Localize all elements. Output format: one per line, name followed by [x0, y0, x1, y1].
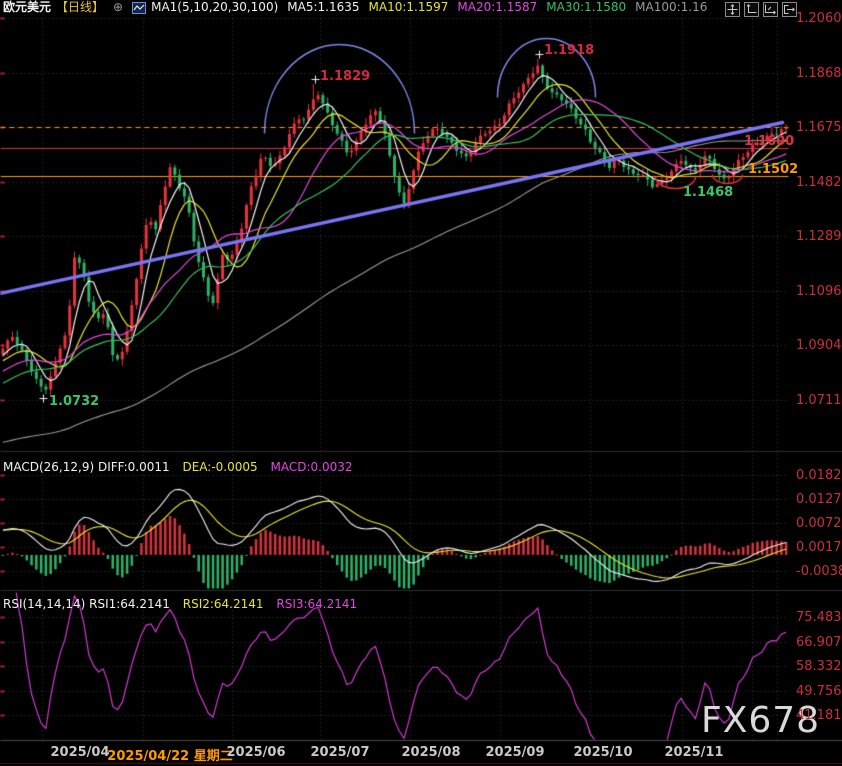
ma20-value: MA20:1.1587 — [457, 0, 537, 15]
rsi-axis-label: 41.1813 — [796, 708, 842, 723]
time-axis-label: 2025/04 — [50, 745, 109, 760]
pop-out-icon — [784, 4, 795, 15]
ma100-value: MA100:1.16 — [635, 0, 707, 15]
pan-crosshair-icon — [727, 4, 738, 15]
rsi-axis-label: 75.4832 — [796, 610, 842, 625]
chart-app: 欧元美元 【日线】 ⊕ MA1(5,10,20,30,100) MA5:1.16… — [0, 0, 842, 766]
price-axis-label: 1.1868 — [796, 66, 842, 81]
rsi-axis-label: 49.7568 — [796, 684, 842, 699]
macd-hist-readout: MACD:0.0032 — [270, 460, 352, 474]
time-axis-label: 2025/10 — [573, 745, 632, 760]
pan-crosshair-button[interactable] — [725, 2, 740, 17]
price-axis-label: 1.1096 — [796, 284, 842, 299]
symbol-name: 欧元美元 — [3, 0, 51, 15]
macd-dea-readout: DEA:-0.0005 — [182, 460, 257, 474]
scale-time-axis-icon — [765, 4, 776, 15]
time-axis-label: 2025/09 — [485, 745, 544, 760]
chart-type-icon[interactable] — [132, 2, 146, 14]
time-axis-label: 2025/07 — [310, 745, 369, 760]
rsi1-readout: RSI(14,14,14) RSI1:64.2141 — [3, 597, 170, 611]
low-price-label: 1.1468 — [683, 185, 733, 200]
time-axis-label: 2025/08 — [401, 745, 460, 760]
peak-price-label: 1.1829 — [320, 69, 370, 84]
macd-axis-label: -0.0038 — [796, 564, 842, 579]
ma30-value: MA30:1.1580 — [546, 0, 626, 15]
macd-axis-label: 0.0017 — [796, 540, 842, 555]
time-axis-label: 2025/06 — [226, 745, 285, 760]
rsi3-readout: RSI3:64.2141 — [276, 597, 357, 611]
pop-out-button[interactable] — [782, 2, 797, 17]
chart-toolbar — [725, 2, 797, 17]
price-axis-label: 1.1675 — [796, 120, 842, 135]
price-axis-label: 1.1482 — [796, 175, 842, 190]
ma10-value: MA10:1.1597 — [369, 0, 449, 15]
macd-diff-readout: MACD(26,12,9) DIFF:0.0011 — [3, 460, 170, 474]
ma5-value: MA5:1.1635 — [287, 0, 359, 15]
timeframe-label[interactable]: 【日线】 — [56, 0, 104, 15]
add-indicator-icon[interactable]: ⊕ — [113, 0, 123, 15]
time-axis-label: 2025/11 — [664, 745, 723, 760]
rsi2-readout: RSI2:64.2141 — [183, 597, 264, 611]
hline-price-label: 1.1502 — [748, 162, 798, 177]
macd-axis-label: 0.0072 — [796, 516, 842, 531]
rsi-axis-label: 66.9077 — [796, 635, 842, 650]
price-axis-label: 1.1289 — [796, 229, 842, 244]
peak-price-label: 1.1918 — [544, 43, 594, 58]
hline-price-label: 1.1600 — [744, 134, 794, 149]
low-price-label: 1.0732 — [49, 394, 99, 409]
price-axis-label: 1.2060 — [796, 11, 842, 26]
ma-settings-label: MA1(5,10,20,30,100) — [151, 0, 278, 15]
scale-time-axis-button[interactable] — [763, 2, 778, 17]
scale-price-axis-icon — [746, 4, 757, 15]
rsi-axis-label: 58.3323 — [796, 659, 842, 674]
price-axis-label: 1.0904 — [796, 338, 842, 353]
price-axis-label: 1.0711 — [796, 393, 842, 408]
price-chart-canvas[interactable] — [0, 0, 842, 766]
scale-price-axis-button[interactable] — [744, 2, 759, 17]
rsi-header: RSI(14,14,14) RSI1:64.2141 RSI2:64.2141 … — [3, 597, 366, 611]
macd-header: MACD(26,12,9) DIFF:0.0011 DEA:-0.0005 MA… — [3, 460, 362, 474]
macd-axis-label: 0.0182 — [796, 468, 842, 483]
header-bar: 欧元美元 【日线】 ⊕ MA1(5,10,20,30,100) MA5:1.16… — [3, 0, 707, 15]
macd-axis-label: 0.0127 — [796, 492, 842, 507]
selected-date-label: 2025/04/22 星期二 — [107, 745, 232, 764]
